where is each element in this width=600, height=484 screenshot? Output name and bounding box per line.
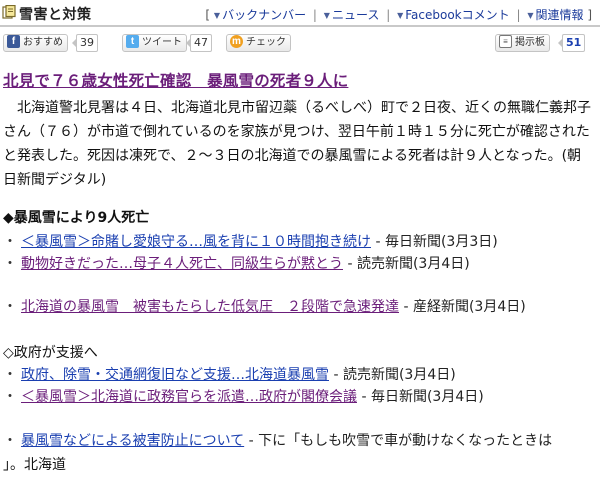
list-item: ・政府、除雪・交通網復旧など支援…北海道暴風雪 - 読売新聞(3月4日) — [3, 364, 456, 384]
board-count: 51 — [557, 34, 586, 52]
page-icon — [2, 5, 16, 19]
facebook-recommend-button[interactable]: f おすすめ — [3, 34, 68, 52]
nav-backnumber-link[interactable]: ▼ バックナンバー — [214, 8, 306, 22]
nav-related-info-link[interactable]: ▼ 関連情報 — [527, 8, 583, 22]
related-article-link[interactable]: 動物好きだった…母子４人死亡、同級生らが黙とう — [21, 256, 343, 272]
article-headline-link[interactable]: 北見で７６歳女性死亡確認 暴風雪の死者９人に — [3, 69, 348, 91]
nav-facebook-comments-link[interactable]: ▼ Facebookコメント — [397, 8, 510, 22]
article-source: - 読売新聞(3月4日) — [343, 256, 470, 272]
twitter-icon: t — [126, 34, 139, 48]
recommend-count: 39 — [72, 34, 98, 52]
list-item-continuation: 」。北海道 — [3, 457, 66, 473]
related-article-link[interactable]: ＜暴風雪＞北海道に政務官らを派遣…政府が閣僚会議 — [21, 389, 357, 405]
arrow-down-icon: ▼ — [213, 11, 221, 20]
article-source: - 毎日新聞(3月3日) — [371, 234, 498, 250]
speech-bubble-icon: ≡ — [499, 34, 512, 48]
tweet-count: 47 — [186, 34, 212, 52]
article-source: - 下に「もしも吹雪で車が動けなくなったときは — [244, 433, 553, 449]
section-heading: ◇政府が支援へ — [3, 345, 98, 361]
bulletin-board-button[interactable]: ≡ 掲示板 — [495, 34, 550, 52]
article-body: 北海道警北見署は４日、北海道北見市留辺蘂（るべしべ）町で２日夜、近くの無職仁義邦… — [3, 100, 591, 188]
tweet-button[interactable]: t ツイート — [122, 34, 187, 52]
section-heading: ◆暴風雪により9人死亡 — [3, 210, 150, 226]
nav-news-link[interactable]: ▼ ニュース — [324, 8, 380, 22]
list-item: ・＜暴風雪＞命賭し愛娘守る…風を背に１０時間抱き続け - 毎日新聞(3月3日) — [3, 231, 498, 251]
check-button[interactable]: m チェック — [226, 34, 291, 52]
related-article-link[interactable]: 政府、除雪・交通網復旧など支援…北海道暴風雪 — [21, 367, 329, 383]
list-bullet: ・ — [3, 299, 17, 315]
page-title: 雪害と対策 — [19, 7, 92, 23]
related-article-link[interactable]: 暴風雪などによる被害防止について — [21, 433, 244, 449]
list-item: ・北海道の暴風雪 被害もたらした低気圧 ２段階で急速発達 - 産経新聞(3月4日… — [3, 296, 526, 316]
facebook-icon: f — [7, 34, 20, 48]
list-item: ・暴風雪などによる被害防止について - 下に「もしも吹雪で車が動けなくなったとき… — [3, 430, 552, 450]
related-article-link[interactable]: 北海道の暴風雪 被害もたらした低気圧 ２段階で急速発達 — [21, 299, 399, 315]
article-source: - 毎日新聞(3月4日) — [357, 389, 484, 405]
list-item: ・動物好きだった…母子４人死亡、同級生らが黙とう - 読売新聞(3月4日) — [3, 253, 470, 273]
list-bullet: ・ — [3, 256, 17, 272]
page-header: 雪害と対策 [ ▼ バックナンバー | ▼ ニュース | ▼ Facebookコメント… — [0, 0, 600, 27]
article-source: - 読売新聞(3月4日) — [329, 367, 456, 383]
header-nav: [ ▼ バックナンバー | ▼ ニュース | ▼ Facebookコメント | ▼ 関連… — [205, 8, 592, 22]
article-source: - 産経新聞(3月4日) — [399, 299, 526, 315]
arrow-down-icon: ▼ — [397, 11, 404, 20]
list-bullet: ・ — [3, 389, 17, 405]
social-bar: f おすすめ 39 t ツイート 47 m チェック ≡ 掲示板 51 — [0, 31, 600, 55]
list-bullet: ・ — [3, 234, 17, 250]
list-bullet: ・ — [3, 433, 17, 449]
mixi-check-icon: m — [230, 34, 243, 48]
list-item: ・＜暴風雪＞北海道に政務官らを派遣…政府が閣僚会議 - 毎日新聞(3月4日) — [3, 386, 484, 406]
arrow-down-icon: ▼ — [323, 11, 330, 20]
related-article-link[interactable]: ＜暴風雪＞命賭し愛娘守る…風を背に１０時間抱き続け — [21, 234, 371, 250]
arrow-down-icon: ▼ — [527, 11, 534, 20]
list-bullet: ・ — [3, 367, 17, 383]
